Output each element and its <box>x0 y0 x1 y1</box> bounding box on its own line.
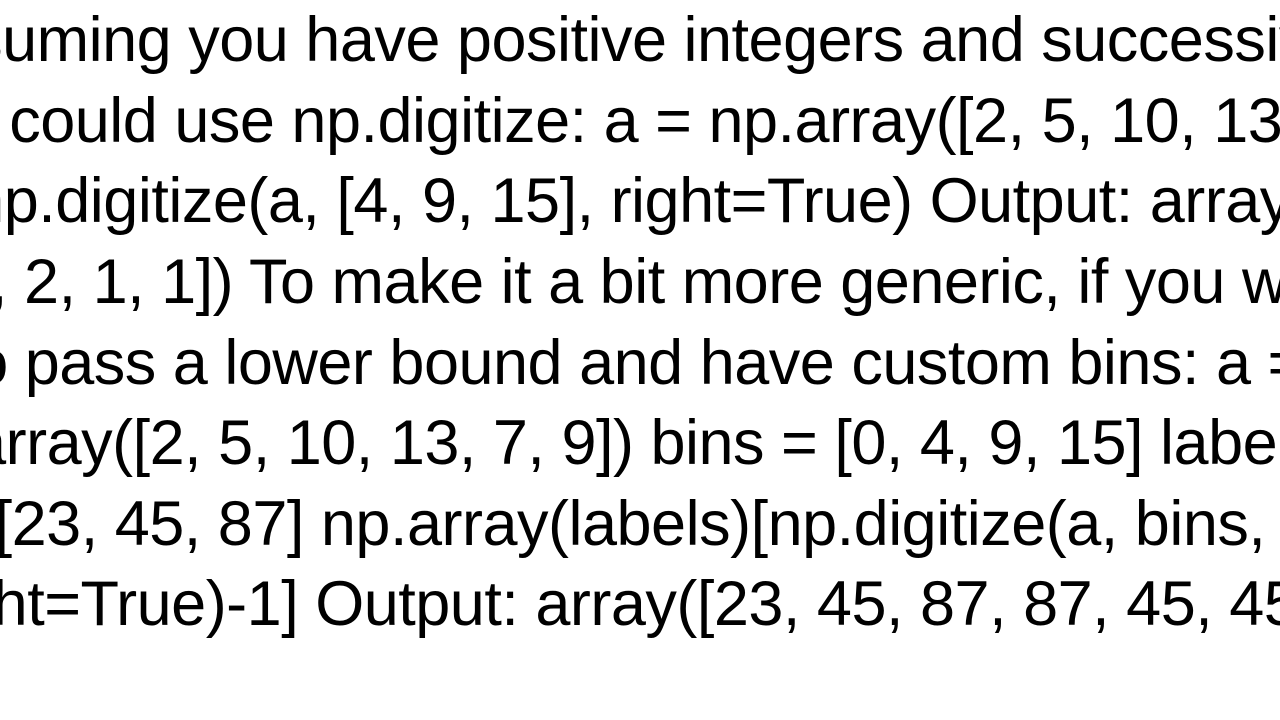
document-text: Assuming you have positive integers and … <box>0 0 1280 645</box>
